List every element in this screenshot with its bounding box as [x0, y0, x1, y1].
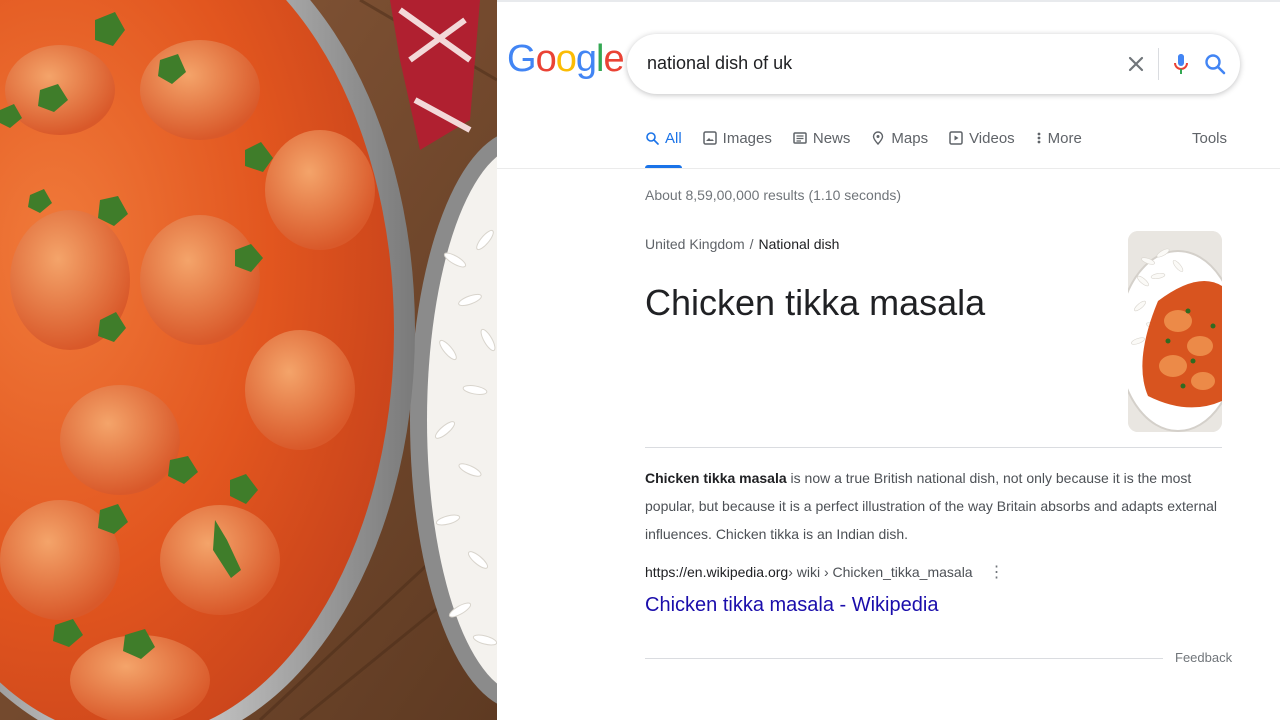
clear-icon[interactable]: [1122, 50, 1150, 78]
search-results-page: Google national dish of uk All Images News…: [497, 0, 1280, 720]
more-vert-icon[interactable]: ⋮: [989, 562, 1005, 582]
tabs-divider: [497, 168, 1280, 169]
logo-letter: g: [575, 38, 597, 80]
logo-letter: o: [535, 38, 557, 80]
tab-images[interactable]: Images: [702, 128, 772, 168]
more-vert-icon: [1036, 130, 1042, 149]
cite-path: › wiki › Chicken_tikka_masala: [788, 564, 973, 580]
snippet-bold: Chicken tikka masala: [645, 470, 787, 486]
tab-label: Images: [722, 130, 772, 147]
result-snippet: Chicken tikka masala is now a true Briti…: [645, 464, 1222, 548]
tab-label: News: [812, 130, 851, 147]
logo-letter: l: [595, 38, 605, 80]
map-pin-icon: [871, 130, 885, 149]
tab-maps[interactable]: Maps: [871, 128, 928, 168]
cite-domain: https://en.wikipedia.org: [645, 564, 789, 580]
tools-button[interactable]: Tools: [1192, 130, 1227, 147]
google-logo[interactable]: Google: [507, 38, 625, 80]
breadcrumb-current: National dish: [758, 236, 840, 252]
tab-videos[interactable]: Videos: [949, 128, 1015, 168]
answer-divider: [645, 447, 1222, 448]
search-tabs: All Images News Maps Videos More: [645, 128, 1103, 168]
feedback-divider: [645, 658, 1163, 659]
breadcrumb-parent[interactable]: United Kingdom: [645, 236, 745, 252]
news-icon: [793, 130, 807, 149]
answer-title: Chicken tikka masala: [645, 282, 986, 323]
result-cite: https://en.wikipedia.org › wiki › Chicke…: [645, 562, 1005, 582]
tab-more[interactable]: More: [1036, 128, 1082, 168]
breadcrumb-separator: /: [749, 236, 754, 252]
feedback-link[interactable]: Feedback: [1175, 650, 1232, 665]
image-icon: [702, 130, 717, 149]
answer-thumbnail[interactable]: [1128, 231, 1222, 432]
tab-label: More: [1047, 130, 1082, 147]
tab-label: All: [665, 130, 682, 147]
logo-letter: G: [507, 38, 537, 80]
search-box[interactable]: national dish of uk: [627, 34, 1240, 94]
search-icon[interactable]: [1201, 50, 1229, 78]
top-border: [497, 0, 1280, 2]
tab-label: Maps: [891, 130, 929, 147]
tab-all[interactable]: All: [645, 128, 682, 168]
tab-news[interactable]: News: [793, 128, 851, 168]
logo-letter: o: [555, 38, 577, 80]
logo-letter: e: [603, 38, 624, 80]
search-icon: [645, 130, 659, 149]
result-link[interactable]: Chicken tikka masala - Wikipedia: [645, 594, 938, 617]
search-input[interactable]: national dish of uk: [647, 53, 792, 74]
tab-label: Videos: [969, 130, 1015, 147]
result-stats: About 8,59,00,000 results (1.10 seconds): [645, 187, 902, 203]
food-photo: [0, 0, 497, 720]
play-icon: [949, 130, 963, 149]
breadcrumb: United Kingdom / National dish: [645, 236, 839, 252]
search-box-separator: [1158, 48, 1159, 80]
microphone-icon[interactable]: [1167, 50, 1195, 78]
